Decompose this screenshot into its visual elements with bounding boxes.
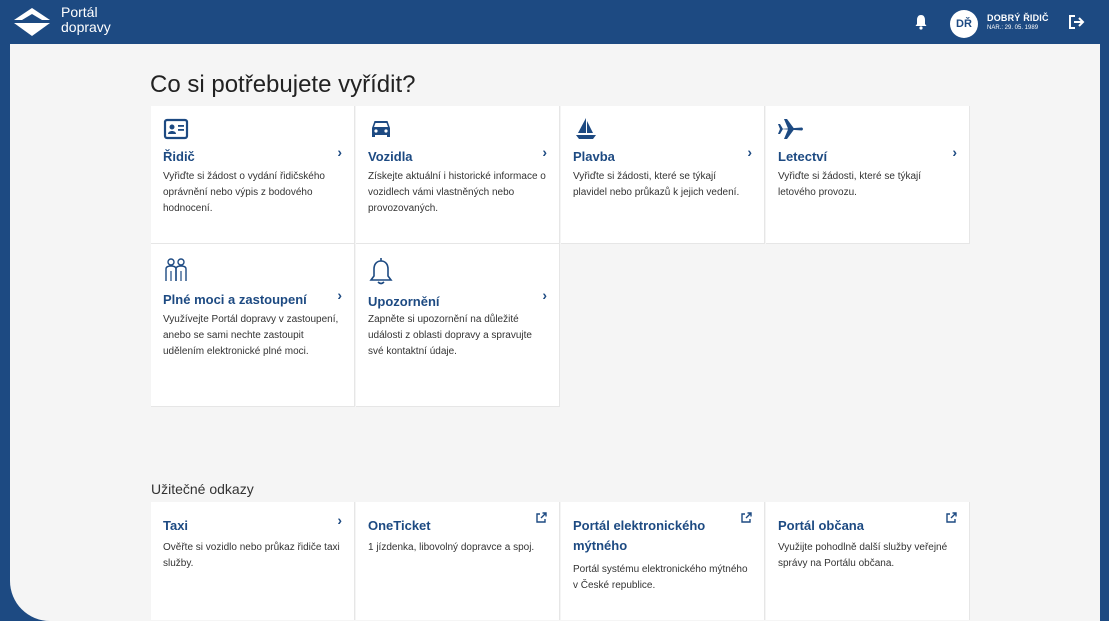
airplane-icon	[778, 119, 803, 139]
page-title: Co si potřebujete vyřídit?	[150, 71, 416, 98]
top-bar: Portál dopravy DŘ DOBRÝ ŘIDIČ NAR.: 29. …	[0, 0, 1109, 44]
card-description: Využívejte Portál dopravy v zastoupení, …	[163, 314, 339, 357]
service-card-plne-moci[interactable]: Plné moci a zastoupení › Využívejte Port…	[151, 244, 355, 407]
chevron-right-icon: ›	[747, 144, 752, 160]
card-title: Vozidla	[368, 149, 413, 164]
card-description: Vyřiďte si žádosti, které se týkají leto…	[778, 171, 922, 198]
user-birth-date: NAR.: 29. 05. 1989	[987, 25, 1039, 31]
external-link-icon	[946, 512, 957, 523]
chevron-right-icon: ›	[337, 512, 342, 528]
link-card-taxi[interactable]: Taxi › Ověřte si vozidlo nebo průkaz řid…	[151, 502, 355, 620]
bell-outline-icon	[369, 258, 393, 285]
link-description: 1 jízdenka, libovolný dopravce a spoj.	[368, 542, 535, 553]
link-title: Taxi	[163, 518, 189, 533]
service-card-letectvi[interactable]: Letectví › Vyřiďte si žádosti, které se …	[766, 106, 970, 244]
link-title: OneTicket	[368, 518, 431, 533]
chevron-right-icon: ›	[542, 144, 547, 160]
card-title: Plné moci a zastoupení	[163, 292, 307, 307]
card-title: Plavba	[573, 149, 615, 164]
link-card-myto[interactable]: Portál elektronického mýtného Portál sys…	[561, 502, 765, 620]
logout-icon[interactable]	[1068, 14, 1086, 30]
card-description: Vyřiďte si žádost o vydání řidičského op…	[163, 171, 325, 214]
card-title: Upozornění	[368, 294, 440, 309]
link-card-portal-obcana[interactable]: Portál občana Využijte pohodlně další sl…	[766, 502, 970, 620]
chevron-right-icon: ›	[542, 287, 547, 303]
service-card-vozidla[interactable]: Vozidla › Získejte aktuální i historické…	[356, 106, 560, 244]
card-title: Řidič	[163, 149, 195, 164]
chevron-right-icon: ›	[952, 144, 957, 160]
link-title: Portál elektronického mýtného	[573, 518, 706, 553]
user-name: DOBRÝ ŘIDIČ	[987, 13, 1049, 23]
card-description: Získejte aktuální i historické informace…	[368, 171, 546, 214]
car-icon	[372, 121, 390, 137]
card-description: Vyřiďte si žádosti, které se týkají plav…	[573, 171, 740, 198]
useful-links-heading: Užitečné odkazy	[151, 481, 254, 497]
people-icon	[165, 258, 187, 281]
avatar[interactable]: DŘ	[950, 10, 978, 38]
service-card-upozorneni[interactable]: Upozornění › Zapněte si upozornění na dů…	[356, 244, 560, 407]
notifications-bell-icon[interactable]	[913, 14, 929, 30]
card-title: Letectví	[778, 149, 828, 164]
service-card-plavba[interactable]: Plavba › Vyřiďte si žádosti, které se tý…	[561, 106, 765, 244]
link-description: Využijte pohodlně další služby veřejné s…	[778, 542, 948, 569]
brand-name[interactable]: Portál dopravy	[61, 5, 111, 35]
chevron-right-icon: ›	[337, 144, 342, 160]
sailboat-icon	[576, 118, 596, 139]
brand-line2: dopravy	[61, 19, 111, 35]
main-content: Co si potřebujete vyřídit? Řidič › Vyřiď…	[10, 44, 1100, 621]
service-card-ridic[interactable]: Řidič › Vyřiďte si žádost o vydání řidič…	[151, 106, 355, 244]
link-description: Portál systému elektronického mýtného v …	[573, 564, 748, 591]
link-title: Portál občana	[778, 518, 864, 533]
external-link-icon	[741, 512, 752, 523]
chevron-right-icon: ›	[337, 287, 342, 303]
portal-logo-icon[interactable]	[14, 8, 50, 36]
link-description: Ověřte si vozidlo nebo průkaz řidiče tax…	[163, 542, 340, 569]
id-card-icon	[163, 118, 189, 140]
external-link-icon	[536, 512, 547, 523]
card-description: Zapněte si upozornění na důležité událos…	[368, 314, 532, 357]
brand-line1: Portál	[61, 4, 98, 20]
link-card-oneticket[interactable]: OneTicket 1 jízdenka, libovolný dopravce…	[356, 502, 560, 620]
